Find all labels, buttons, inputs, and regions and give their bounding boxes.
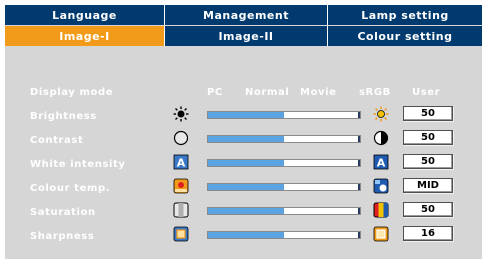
brightness-slider-cap: [358, 112, 360, 118]
saturation-value[interactable]: 50: [403, 202, 453, 217]
sharpness-slider[interactable]: [207, 231, 361, 239]
display-mode-srgb[interactable]: sRGB: [359, 87, 391, 98]
sharpness-slider-rest: [284, 232, 360, 238]
colour-temp-cool-icon[interactable]: [373, 178, 389, 194]
contrast-label: Contrast: [30, 135, 84, 146]
contrast-slider[interactable]: [207, 135, 361, 143]
brightness-slider-fill: [208, 112, 284, 118]
sharpness-low-icon[interactable]: [173, 226, 189, 242]
white-intensity-slider-fill: [208, 160, 284, 166]
contrast-slider-rest: [284, 136, 360, 142]
settings-panel: Display mode PC Normal Movie sRGB User B…: [5, 57, 482, 259]
display-mode-normal[interactable]: Normal: [245, 87, 289, 98]
saturation-slider[interactable]: [207, 207, 361, 215]
colour-temp-slider-rest: [284, 184, 360, 190]
contrast-value[interactable]: 50: [403, 130, 453, 145]
tab-row-top: Language Management Lamp setting: [5, 5, 482, 25]
osd-menu: Language Management Lamp setting Image-I…: [5, 5, 482, 259]
tab-colour-setting-label: Colour setting: [357, 29, 453, 43]
white-intensity-slider[interactable]: [207, 159, 361, 167]
saturation-slider-fill: [208, 208, 284, 214]
brightness-label: Brightness: [30, 111, 97, 122]
contrast-slider-cap: [358, 136, 360, 142]
sun-bright-icon[interactable]: [373, 106, 389, 122]
svg-text:A: A: [377, 157, 386, 170]
display-mode-pc[interactable]: PC: [207, 87, 223, 98]
display-mode-label: Display mode: [30, 87, 114, 98]
display-mode-movie[interactable]: Movie: [300, 87, 337, 98]
colour-temp-slider[interactable]: [207, 183, 361, 191]
tab-management[interactable]: Management: [165, 5, 328, 25]
sharpness-slider-cap: [358, 232, 360, 238]
tab-colour-setting[interactable]: Colour setting: [328, 26, 482, 46]
contrast-slider-fill: [208, 136, 284, 142]
tab-language-label: Language: [52, 8, 117, 22]
saturation-high-icon[interactable]: [373, 202, 389, 218]
sharpness-high-icon[interactable]: [373, 226, 389, 242]
colour-temp-warm-icon[interactable]: [173, 178, 189, 194]
white-intensity-low-icon[interactable]: A: [173, 154, 189, 170]
colour-temp-value[interactable]: MID: [403, 178, 453, 193]
colour-temp-slider-cap: [358, 184, 360, 190]
white-intensity-slider-cap: [358, 160, 360, 166]
saturation-low-icon[interactable]: [173, 202, 189, 218]
brightness-slider[interactable]: [207, 111, 361, 119]
colour-temp-label: Colour temp.: [30, 183, 111, 194]
tab-image-ii-label: Image-II: [218, 29, 274, 43]
white-intensity-high-icon[interactable]: A: [373, 154, 389, 170]
tab-language[interactable]: Language: [5, 5, 165, 25]
display-mode-user[interactable]: User: [412, 87, 440, 98]
tab-row-bottom: Image-I Image-II Colour setting: [5, 26, 482, 46]
saturation-label: Saturation: [30, 207, 96, 218]
sharpness-label: Sharpness: [30, 231, 95, 242]
tab-image-ii[interactable]: Image-II: [165, 26, 328, 46]
sun-dim-icon[interactable]: [173, 106, 189, 122]
tab-image-i[interactable]: Image-I: [5, 26, 165, 46]
white-intensity-label: White intensity: [30, 159, 126, 170]
sharpness-value[interactable]: 16: [403, 226, 453, 241]
brightness-slider-rest: [284, 112, 360, 118]
saturation-slider-rest: [284, 208, 360, 214]
tab-lamp-setting-label: Lamp setting: [361, 8, 449, 22]
svg-text:A: A: [177, 157, 186, 170]
contrast-low-icon[interactable]: [173, 130, 189, 146]
brightness-value[interactable]: 50: [403, 106, 453, 121]
white-intensity-slider-rest: [284, 160, 360, 166]
sharpness-slider-fill: [208, 232, 284, 238]
white-intensity-value[interactable]: 50: [403, 154, 453, 169]
tab-image-i-label: Image-I: [59, 29, 110, 43]
colour-temp-slider-fill: [208, 184, 284, 190]
contrast-high-icon[interactable]: [373, 130, 389, 146]
tab-lamp-setting[interactable]: Lamp setting: [328, 5, 482, 25]
saturation-slider-cap: [358, 208, 360, 214]
tab-management-label: Management: [203, 8, 289, 22]
